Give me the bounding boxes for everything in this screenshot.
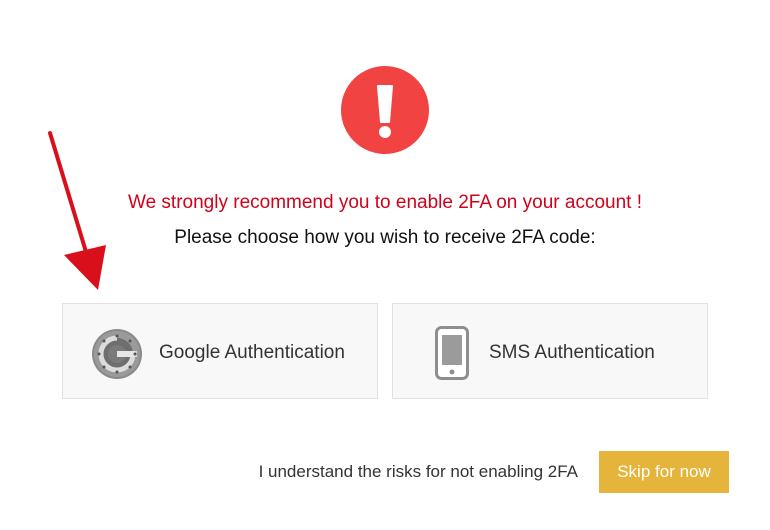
risk-acknowledgement-text: I understand the risks for not enabling …: [258, 462, 578, 481]
google-authentication-label: Google Authentication: [159, 342, 345, 363]
enable-2fa-page: We strongly recommend you to enable 2FA …: [0, 0, 770, 530]
sms-authentication-label: SMS Authentication: [489, 342, 655, 363]
google-authentication-option[interactable]: Google Authentication: [62, 303, 378, 399]
choose-method-instruction: Please choose how you wish to receive 2F…: [174, 227, 596, 248]
alert-circle: [341, 66, 429, 154]
google-authenticator-icon: [92, 329, 142, 379]
recommendation-headline: We strongly recommend you to enable 2FA …: [128, 192, 642, 213]
sms-authentication-option[interactable]: SMS Authentication: [392, 303, 708, 399]
skip-for-now-button[interactable]: Skip for now: [599, 451, 729, 493]
smartphone-icon: [435, 326, 469, 380]
exclamation-icon: [377, 85, 393, 138]
